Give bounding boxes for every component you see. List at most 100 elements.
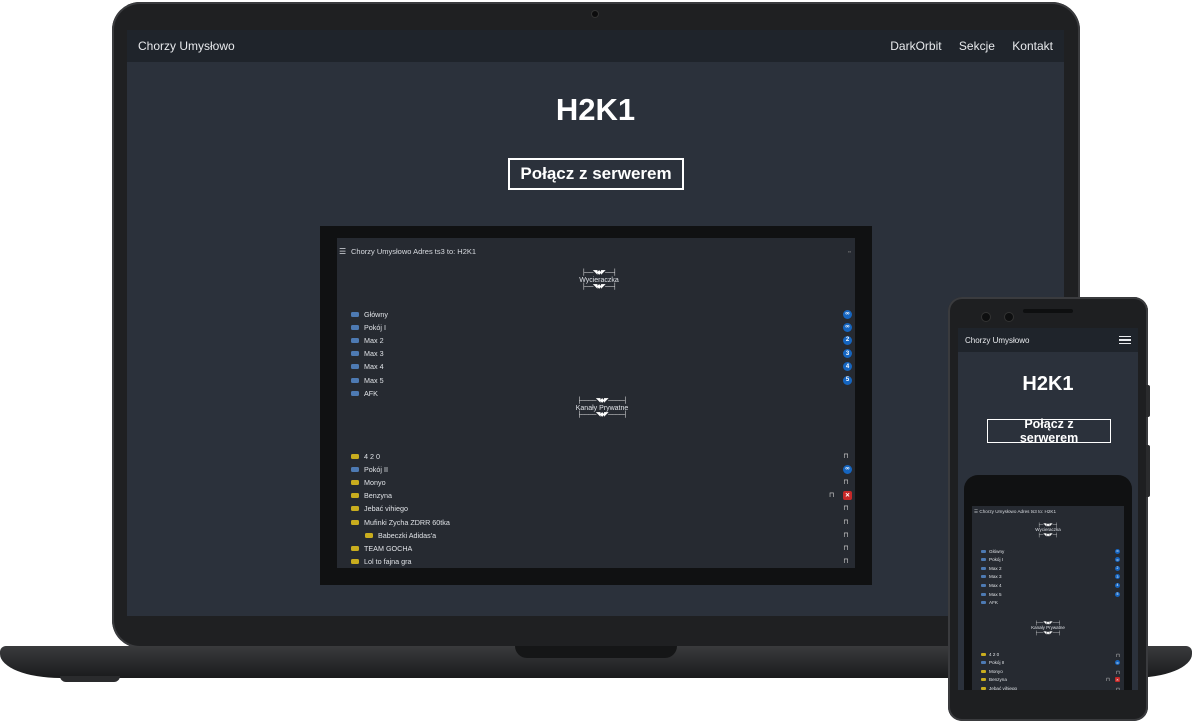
channel-limit-badge: 4 (1115, 582, 1120, 588)
channel-name: Babeczki Adidas'a (378, 530, 437, 540)
channel-name: Pokój II (364, 464, 388, 474)
lock-icon: ⊓ (843, 452, 849, 460)
brand-link[interactable]: Chorzy Umysłowo (138, 39, 235, 53)
speech-bubble-icon (981, 575, 986, 579)
channel-limit-badge: 5 (1115, 591, 1120, 597)
phone-separator-kanaly-prywatne: ├──◥◆◤──┤ Kanały Prywatne ├──◥◆◤──┤ (1010, 620, 1086, 635)
channel-name: Max 4 (364, 362, 384, 372)
channel-row[interactable]: Główny (981, 547, 1004, 555)
phone-ts3-viewer: ☰ Chorzy Umysłowo Adres ts3 to: H2K1 ├─◥… (972, 506, 1124, 690)
lock-icon: ⊓ (843, 544, 849, 552)
phone-screen: Chorzy Umysłowo H2K1 Połącz z serwerem ☰… (958, 328, 1138, 690)
channel-row[interactable]: 4 2 0 (981, 650, 999, 658)
speech-bubble-icon (351, 377, 359, 383)
phone-camera (982, 313, 990, 321)
channel-row[interactable]: Max 5 (981, 590, 1002, 598)
laptop-foot (60, 676, 120, 682)
phone-brand-link[interactable]: Chorzy Umysłowo (965, 336, 1029, 345)
nav-link-darkorbit[interactable]: DarkOrbit (890, 39, 941, 53)
channel-row[interactable]: Pokój II (981, 659, 1004, 667)
channel-name: Pokój I (364, 322, 386, 332)
channel-name: 4 2 0 (364, 451, 380, 461)
channel-limit-badge: ∞ (1115, 548, 1120, 554)
channel-row[interactable]: TEAM GOCHA (351, 542, 412, 554)
ornament-bottom-icon: ├──◥◆◤──┤ (1034, 630, 1062, 635)
channel-row[interactable]: 4 2 0 (351, 450, 380, 462)
channel-row[interactable]: Max 2 (351, 334, 384, 346)
channel-row[interactable]: Max 4 (351, 361, 384, 373)
speech-bubble-icon (981, 661, 986, 665)
channel-row[interactable]: Mufinki Zycha ZDRR 60tka (351, 516, 450, 528)
phone-side-button (1146, 385, 1150, 417)
channel-row[interactable]: Max 5 (351, 374, 384, 386)
speech-bubble-icon (981, 686, 986, 690)
nav-link-kontakt[interactable]: Kontakt (1012, 39, 1053, 53)
viewer-header: ☰ Chorzy Umysłowo Adres ts3 to: H2K1 ▪▪ (339, 245, 851, 257)
ornament-top-icon: ├────◥◆◤────┤ (577, 398, 627, 404)
speech-bubble-icon (351, 506, 359, 512)
channel-limit-badge: 3 (1115, 574, 1120, 580)
phone-viewer-header-text: Chorzy Umysłowo Adres ts3 to: H2K1 (979, 509, 1056, 514)
phone-side-button (1146, 445, 1150, 497)
phone-navbar: Chorzy Umysłowo (958, 328, 1138, 352)
channel-row[interactable]: Monyo (981, 667, 1003, 675)
channel-limit-badge: 2 (843, 335, 852, 345)
channel-row[interactable]: Benzyna (351, 490, 392, 502)
page-title: H2K1 (555, 92, 636, 127)
channel-name: Jebać vihiego (364, 504, 408, 514)
channel-name: Jebać vihiego (989, 685, 1018, 690)
channel-limit-badge: ∞ (843, 309, 852, 319)
phone-sensor (1005, 313, 1013, 321)
nav-link-sekcje[interactable]: Sekcje (959, 39, 995, 53)
speech-bubble-icon (351, 479, 359, 485)
channel-name: 4 2 0 (989, 651, 1000, 657)
connect-button[interactable]: Połącz z serwerem (508, 158, 684, 190)
channel-name: Monyo (364, 477, 386, 487)
channel-row[interactable]: Główny (351, 308, 388, 320)
lock-icon: ⊓ (843, 505, 849, 513)
channel-row[interactable]: Babeczki Adidas'a (365, 529, 436, 541)
channel-row[interactable]: Pokój I (981, 556, 1003, 564)
channel-name: Max 4 (989, 582, 1002, 588)
ornament-top-icon: ├──◥◆◤──┤ (581, 270, 617, 276)
channel-name: Max 5 (364, 375, 384, 385)
phone-page-title: H2K1 (1022, 373, 1074, 395)
channel-name: Lol to fajna gra (364, 557, 412, 567)
channel-row[interactable]: AFK (351, 387, 378, 399)
channel-row[interactable]: Benzyna (981, 676, 1007, 684)
channel-name: Max 2 (364, 335, 384, 345)
channel-row[interactable]: Pokój II (351, 463, 388, 475)
channel-row[interactable]: Max 2 (981, 564, 1002, 572)
channel-name: TEAM GOCHA (364, 543, 413, 553)
channel-row[interactable]: Lol to fajna gra (351, 556, 412, 568)
separator-label: Wycieraczka (579, 277, 619, 284)
ornament-bottom-icon: ├─◥◆◤─┤ (1037, 532, 1059, 537)
channel-row[interactable]: Monyo (351, 476, 386, 488)
phone-speaker (1023, 309, 1073, 313)
channel-row[interactable]: Max 4 (981, 581, 1002, 589)
navbar: Chorzy Umysłowo DarkOrbit Sekcje Kontakt (127, 30, 1064, 62)
hamburger-icon[interactable] (1119, 335, 1131, 345)
laptop-notch (515, 646, 677, 658)
nav-links: DarkOrbit Sekcje Kontakt (876, 39, 1053, 53)
channel-name: Monyo (989, 668, 1003, 674)
channel-name: Max 3 (989, 574, 1002, 580)
phone-connect-button[interactable]: Połącz z serwerem (987, 417, 1111, 445)
speech-bubble-icon (351, 466, 359, 472)
speech-bubble-icon (981, 601, 986, 605)
channel-row[interactable]: Max 3 (981, 573, 1002, 581)
ts3-viewer: ☰ Chorzy Umysłowo Adres ts3 to: H2K1 ▪▪ ├… (337, 238, 855, 568)
channel-row[interactable]: AFK (981, 599, 998, 607)
speech-bubble-icon (981, 669, 986, 673)
channel-name: Max 3 (364, 349, 384, 359)
channel-row[interactable]: Max 3 (351, 348, 384, 360)
channel-row[interactable]: Pokój I (351, 321, 386, 333)
channel-row[interactable]: Jebać vihiego (351, 503, 408, 515)
channel-limit-badge: 2 (1115, 565, 1120, 571)
viewer-header-text-wrap: ☰ Chorzy Umysłowo Adres ts3 to: H2K1 (339, 247, 476, 256)
lock-icon: ⊓ (1106, 677, 1110, 684)
channel-name: AFK (989, 600, 998, 606)
channel-row[interactable]: Jebać vihiego (981, 684, 1017, 690)
lock-icon: ⊓ (1116, 686, 1120, 690)
channel-name: Główny (364, 309, 388, 319)
